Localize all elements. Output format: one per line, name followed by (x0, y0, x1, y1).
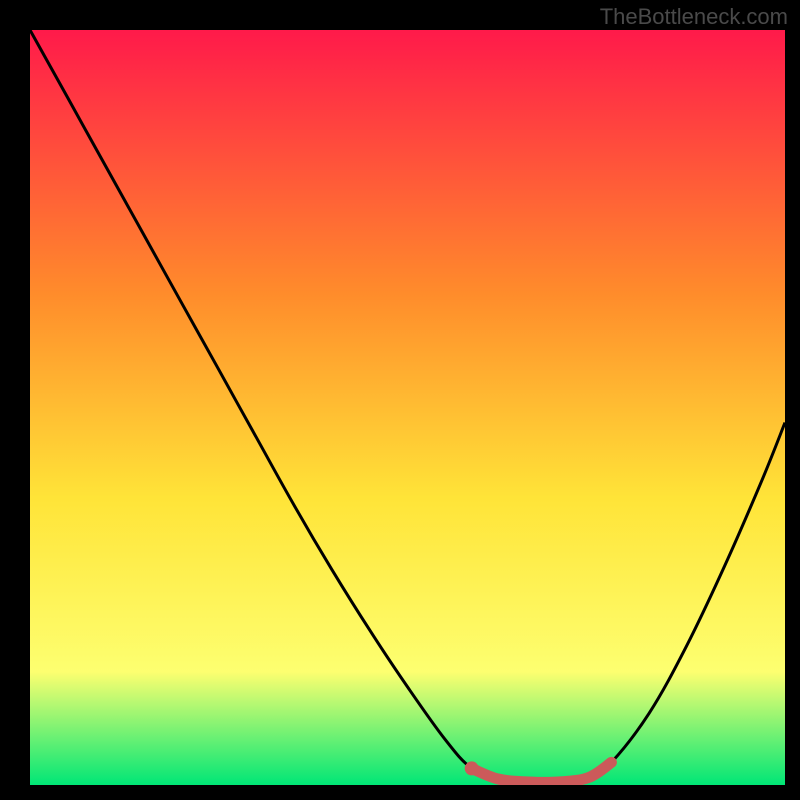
chart-canvas (30, 30, 785, 785)
attribution-text: TheBottleneck.com (600, 4, 788, 30)
marker-start-dot (465, 761, 479, 775)
chart-svg (30, 30, 785, 785)
